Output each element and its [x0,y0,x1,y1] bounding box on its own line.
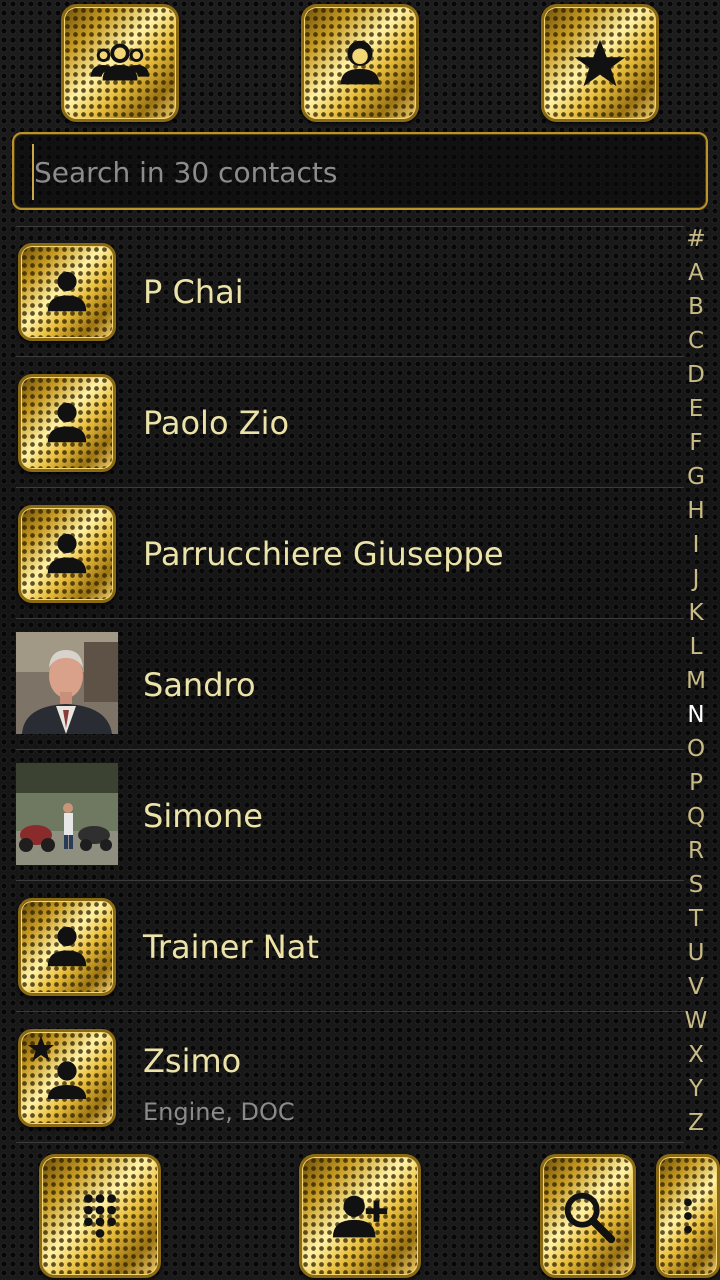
alphabet-letter[interactable]: Y [689,1072,703,1106]
alphabet-letter[interactable]: H [687,494,704,528]
contact-name: Parrucchiere Giuseppe [143,535,504,573]
default-person-icon [47,402,87,443]
alphabet-letter[interactable]: F [689,426,702,460]
alphabet-index[interactable]: # A B C D E F G H I J K L M N O P Q R S T U V W X Y Z [682,222,710,1140]
search-input[interactable] [32,144,692,200]
alphabet-letter[interactable]: J [693,562,700,596]
contact-row[interactable]: Simone [0,750,684,881]
contact-row[interactable]: P Chai [0,226,684,357]
contact-icon [340,40,380,85]
contact-name: Trainer Nat [143,928,319,966]
contact-avatar[interactable] [18,374,116,472]
row-divider [16,1142,684,1143]
contact-avatar[interactable] [18,898,116,996]
contact-avatar[interactable] [18,243,116,341]
alphabet-letter[interactable]: P [689,766,703,800]
favorite-star-icon [28,1036,54,1061]
alphabet-letter[interactable]: Q [687,800,705,834]
contact-list[interactable]: P Chai Paolo Zio Parrucchiere Giuseppe S… [0,226,684,1143]
contact-name: Sandro [143,666,256,704]
search-icon [564,1192,616,1244]
alphabet-letter[interactable]: C [688,324,704,358]
alphabet-letter[interactable]: K [688,596,703,630]
dialpad-icon [84,1194,116,1238]
favorites-tab-button[interactable] [541,4,659,122]
alphabet-letter[interactable]: Z [688,1106,704,1140]
overflow-menu-icon [684,1198,692,1234]
alphabet-letter[interactable]: W [685,1004,708,1038]
contact-name: P Chai [143,273,244,311]
contact-photo[interactable] [16,632,118,734]
alphabet-letter[interactable]: B [688,290,704,324]
alphabet-letter[interactable]: R [688,834,704,868]
alphabet-letter[interactable]: V [688,970,704,1004]
add-contact-button[interactable] [299,1154,421,1278]
dialpad-button[interactable] [39,1154,161,1278]
contact-row[interactable]: Sandro [0,619,684,750]
default-person-icon [47,926,87,967]
overflow-menu-button[interactable] [656,1154,720,1278]
search-field-container [12,132,708,210]
alphabet-letter[interactable]: M [686,664,706,698]
contact-name: Simone [143,797,263,835]
star-icon [574,39,626,87]
motorcycles-photo-icon [16,763,118,865]
alphabet-letter[interactable]: # [686,222,705,256]
default-person-icon [47,533,87,574]
person-photo-icon [16,632,118,734]
alphabet-letter[interactable]: X [688,1038,704,1072]
alphabet-letter[interactable]: S [689,868,704,902]
contact-row[interactable]: Zsimo Engine, DOC [0,1012,684,1143]
alphabet-letter[interactable]: U [688,936,705,970]
contact-row[interactable]: Paolo Zio [0,357,684,488]
contact-subtitle: Engine, DOC [143,1098,295,1126]
add-contact-icon [332,1195,388,1238]
contact-row[interactable]: Trainer Nat [0,881,684,1012]
contact-photo[interactable] [16,763,118,865]
alphabet-letter[interactable]: A [688,256,704,290]
alphabet-letter[interactable]: D [687,358,705,392]
groups-icon [90,43,150,81]
default-person-icon [47,271,87,312]
groups-tab-button[interactable] [61,4,179,122]
contact-name: Zsimo [143,1042,242,1080]
contact-avatar[interactable] [18,505,116,603]
alphabet-letter[interactable]: L [690,630,703,664]
alphabet-letter[interactable]: N [687,698,704,732]
alphabet-letter[interactable]: I [693,528,700,562]
contact-name: Paolo Zio [143,404,290,442]
search-button[interactable] [540,1154,636,1278]
alphabet-letter[interactable]: T [689,902,703,936]
contact-row[interactable]: Parrucchiere Giuseppe [0,488,684,619]
contacts-tab-button[interactable] [301,4,419,122]
alphabet-letter[interactable]: G [687,460,705,494]
alphabet-letter[interactable]: O [687,732,705,766]
alphabet-letter[interactable]: E [689,392,704,426]
